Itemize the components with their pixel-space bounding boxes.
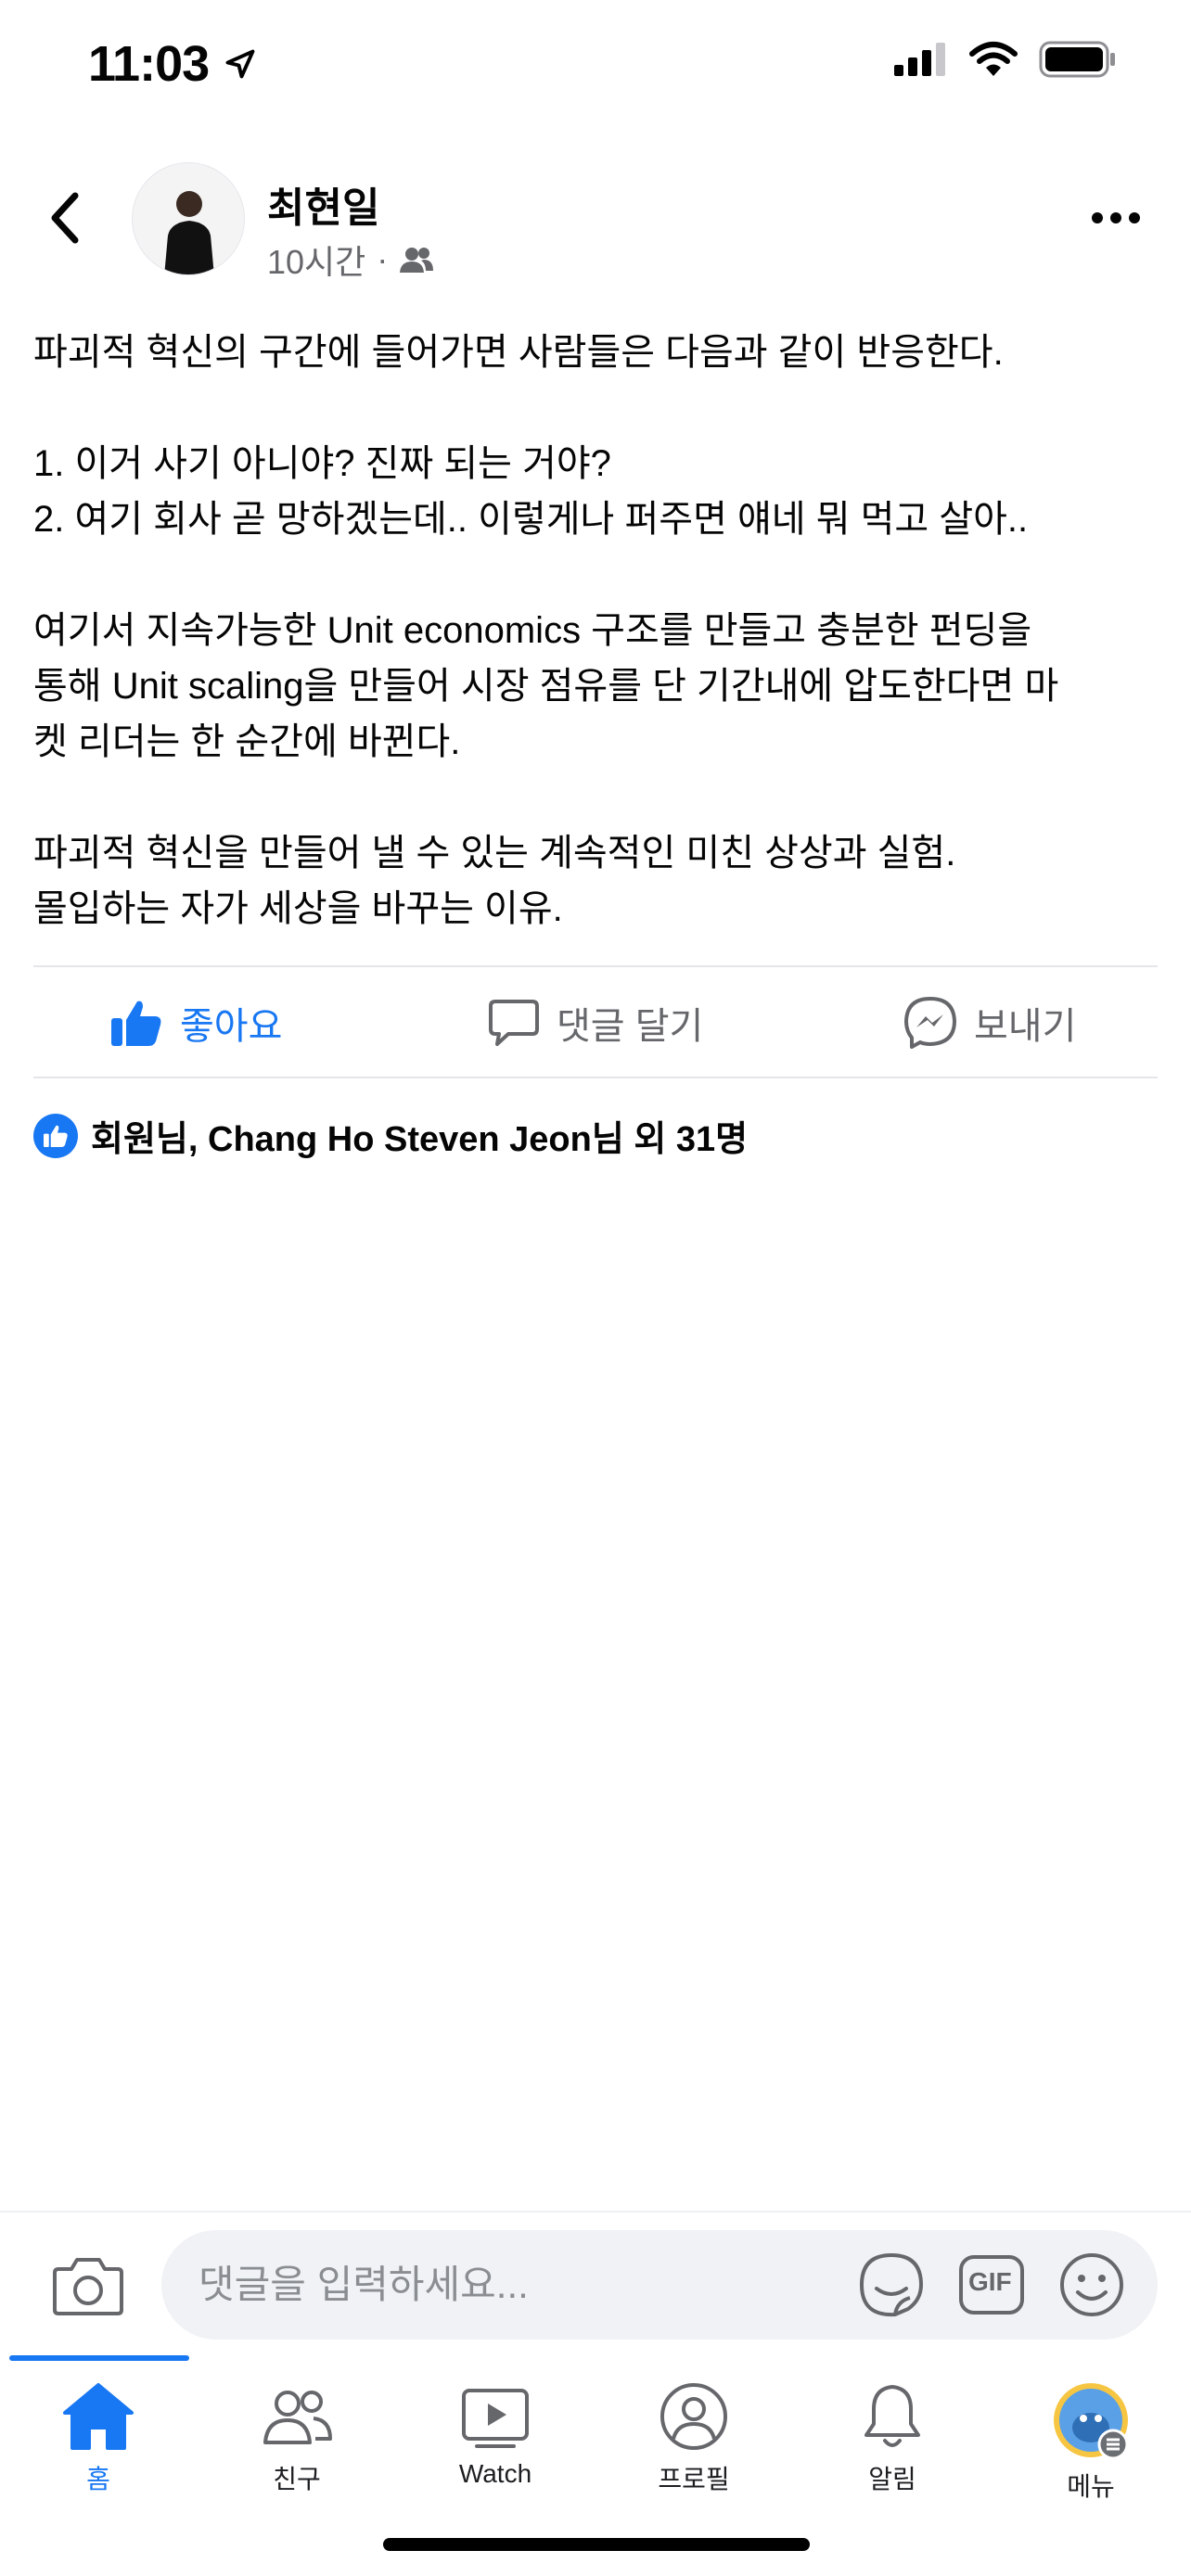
battery-icon <box>1039 41 1115 78</box>
post-meta: 10시간 · <box>267 236 434 284</box>
send-label: 보내기 <box>974 1006 1077 1047</box>
cellular-signal-icon <box>894 43 945 76</box>
divider <box>33 965 1158 967</box>
tab-active-indicator <box>9 2355 189 2361</box>
like-button[interactable]: 좋아요 <box>109 990 282 1055</box>
tab-friends[interactable]: 친구 <box>213 2381 380 2496</box>
comment-button[interactable]: 댓글 달기 <box>488 990 703 1055</box>
profile-icon <box>660 2383 727 2450</box>
gif-button[interactable]: GIF <box>955 2249 1028 2321</box>
home-indicator[interactable] <box>383 2538 810 2551</box>
status-time-text: 11:03 <box>88 36 210 92</box>
send-button[interactable]: 보내기 <box>903 990 1076 1055</box>
tab-watch[interactable]: Watch <box>412 2381 579 2489</box>
post-body: 파괴적 혁신의 구간에 들어가면 사람들은 다음과 같이 반응한다. 1. 이거… <box>33 325 1165 937</box>
tab-label: 메뉴 <box>1067 2472 1115 2501</box>
tab-label: 친구 <box>273 2465 321 2493</box>
author-name[interactable]: 최현일 <box>267 174 379 234</box>
tab-label: 프로필 <box>658 2465 730 2493</box>
post-time[interactable]: 10시간 <box>267 236 365 284</box>
comment-label: 댓글 달기 <box>557 1006 704 1047</box>
friends-audience-icon <box>400 248 434 273</box>
sticker-icon <box>859 2252 924 2317</box>
tab-home[interactable]: 홈 <box>15 2381 182 2496</box>
post-text-line: 2. 여기 회사 곧 망하겠는데.. 이렇게나 퍼주면 얘네 뭐 먹고 살아.. <box>33 499 1029 540</box>
location-arrow-icon <box>225 49 255 79</box>
like-label: 좋아요 <box>180 1006 283 1047</box>
post-text-line: 파괴적 혁신을 만들어 낼 수 있는 계속적인 미친 상상과 실험. <box>33 833 956 874</box>
thumbs-up-icon <box>111 1001 161 1046</box>
tab-label: Watch <box>458 2459 532 2488</box>
post-text-line: 켓 리더는 한 순간에 바뀐다. <box>33 721 461 762</box>
tab-profile[interactable]: 프로필 <box>610 2381 777 2496</box>
chevron-left-icon <box>51 192 79 244</box>
watch-icon <box>462 2389 529 2448</box>
composer-divider <box>0 2211 1191 2213</box>
emoji-button[interactable] <box>1056 2249 1128 2321</box>
avatar-photo-icon <box>133 163 244 274</box>
post-text-line: 1. 이거 사기 아니야? 진짜 되는 거야? <box>33 443 611 484</box>
more-options-button[interactable] <box>1083 199 1148 236</box>
divider <box>33 1077 1158 1078</box>
reactions-text: 회원님, Chang Ho Steven Jeon님 외 31명 <box>91 1120 749 1159</box>
menu-avatar-icon <box>1054 2383 1129 2459</box>
post-text-line: 몰입하는 자가 세상을 바꾸는 이유. <box>33 888 563 929</box>
wifi-icon <box>969 42 1018 76</box>
post-text-line: 여기서 지속가능한 Unit economics 구조를 만들고 충분한 펀딩을 <box>33 610 1032 651</box>
post-text-line: 통해 Unit scaling을 만들어 시장 점유를 단 기간내에 압도한다면… <box>33 666 1059 707</box>
status-bar-time: 11:03 <box>88 35 257 93</box>
emoji-smile-icon <box>1060 2253 1123 2316</box>
reactions-summary[interactable]: 회원님, Chang Ho Steven Jeon님 외 31명 <box>33 1110 748 1161</box>
comment-bubble-icon <box>489 1000 539 1046</box>
more-dots-icon <box>1092 212 1140 223</box>
tab-menu[interactable]: 메뉴 <box>1007 2381 1174 2504</box>
bell-icon <box>864 2385 920 2447</box>
tab-label: 홈 <box>86 2465 110 2493</box>
back-button[interactable] <box>37 181 93 255</box>
tab-label: 알림 <box>868 2465 916 2493</box>
gif-label: GIF <box>968 2267 1012 2296</box>
post-text-line: 파괴적 혁신의 구간에 들어가면 사람들은 다음과 같이 반응한다. <box>33 332 1004 373</box>
friends-icon <box>263 2391 332 2444</box>
status-icons <box>892 41 1117 78</box>
meta-separator: · <box>377 240 389 278</box>
camera-button[interactable] <box>51 2249 125 2323</box>
like-reaction-icon <box>33 1113 78 1158</box>
sticker-button[interactable] <box>855 2249 928 2321</box>
tab-notifications[interactable]: 알림 <box>809 2381 976 2496</box>
author-avatar[interactable] <box>132 162 245 275</box>
messenger-icon <box>904 997 956 1049</box>
camera-icon <box>53 2258 123 2315</box>
home-icon <box>63 2383 134 2450</box>
